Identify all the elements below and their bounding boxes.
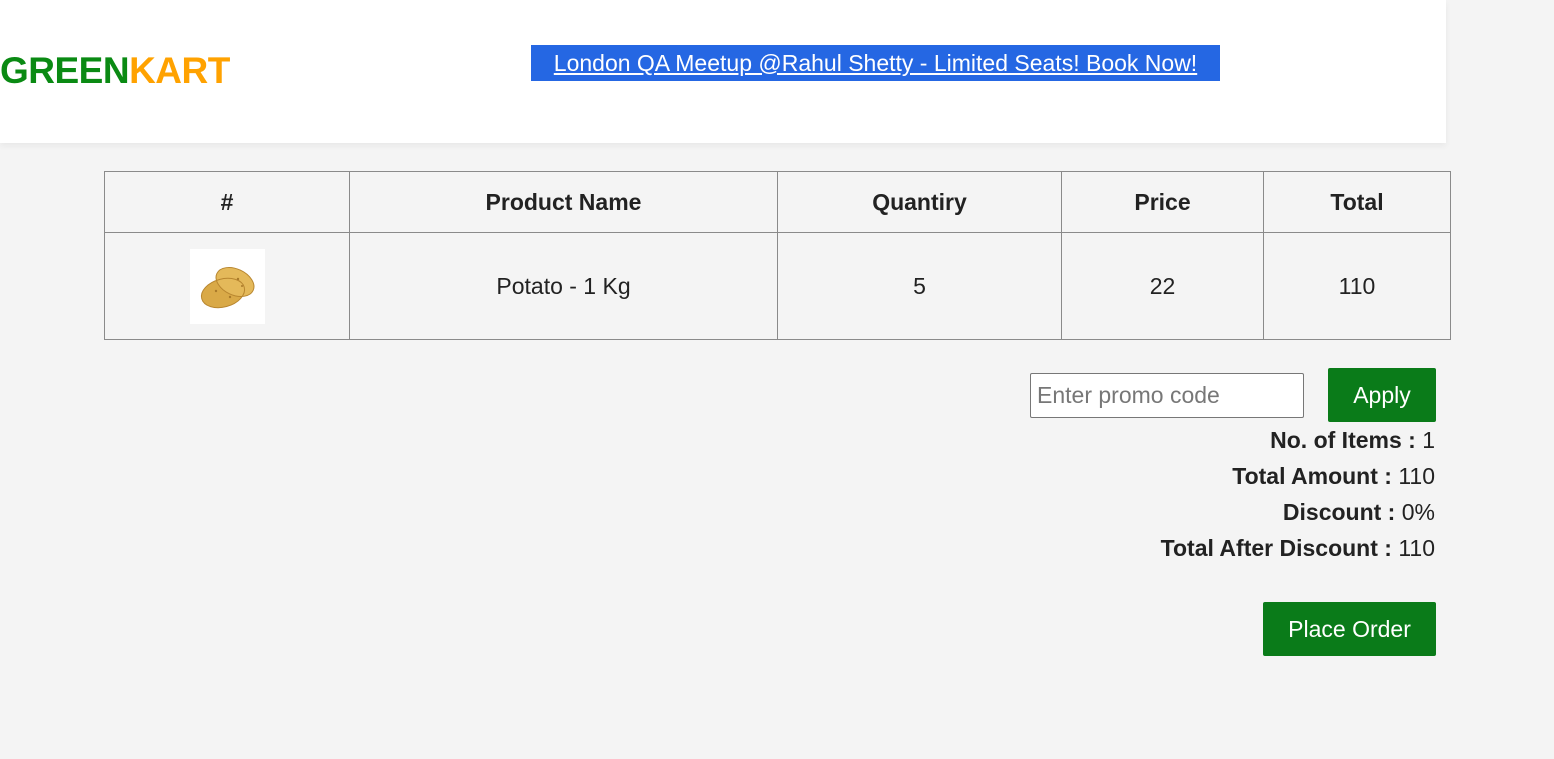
total-after-discount-label: Total After Discount :	[1160, 535, 1392, 561]
summary-discount-row: Discount : 0%	[1161, 494, 1435, 530]
total-amount-value: 110	[1398, 463, 1435, 489]
summary-items-row: No. of Items : 1	[1161, 422, 1435, 458]
table-header-row: # Product Name Quantiry Price Total	[104, 171, 1451, 233]
column-header-product-name: Product Name	[349, 171, 778, 233]
price-cell: 22	[1061, 232, 1264, 340]
promo-code-input[interactable]	[1030, 373, 1304, 418]
brand-logo: GREENKART	[0, 52, 230, 89]
place-order-button[interactable]: Place Order	[1263, 602, 1436, 656]
discount-value: 0%	[1401, 499, 1435, 525]
column-header-index: #	[104, 171, 350, 233]
total-cell: 110	[1263, 232, 1451, 340]
total-after-discount-value: 110	[1398, 535, 1435, 561]
table-row: Potato - 1 Kg 5 22 110	[104, 232, 1451, 340]
column-header-quantity: Quantiry	[777, 171, 1062, 233]
quantity-cell: 5	[777, 232, 1062, 340]
brand-part-green: GREEN	[0, 50, 130, 91]
header: GREENKART London QA Meetup @Rahul Shetty…	[0, 0, 1446, 143]
order-summary: No. of Items : 1 Total Amount : 110 Disc…	[1161, 422, 1435, 566]
potato-image	[189, 248, 265, 324]
summary-total-after-discount-row: Total After Discount : 110	[1161, 530, 1435, 566]
discount-label: Discount :	[1282, 499, 1396, 525]
column-header-price: Price	[1061, 171, 1264, 233]
total-amount-label: Total Amount :	[1232, 463, 1392, 489]
product-name-cell: Potato - 1 Kg	[349, 232, 778, 340]
cart-table: # Product Name Quantiry Price Total Pota…	[104, 171, 1451, 340]
promo-banner-link[interactable]: London QA Meetup @Rahul Shetty - Limited…	[531, 45, 1220, 81]
summary-total-amount-row: Total Amount : 110	[1161, 458, 1435, 494]
brand-part-orange: KART	[129, 50, 230, 91]
apply-promo-button[interactable]: Apply	[1328, 368, 1436, 422]
items-label: No. of Items :	[1270, 427, 1416, 453]
column-header-total: Total	[1263, 171, 1451, 233]
items-value: 1	[1422, 427, 1435, 453]
product-image-cell	[104, 232, 350, 340]
